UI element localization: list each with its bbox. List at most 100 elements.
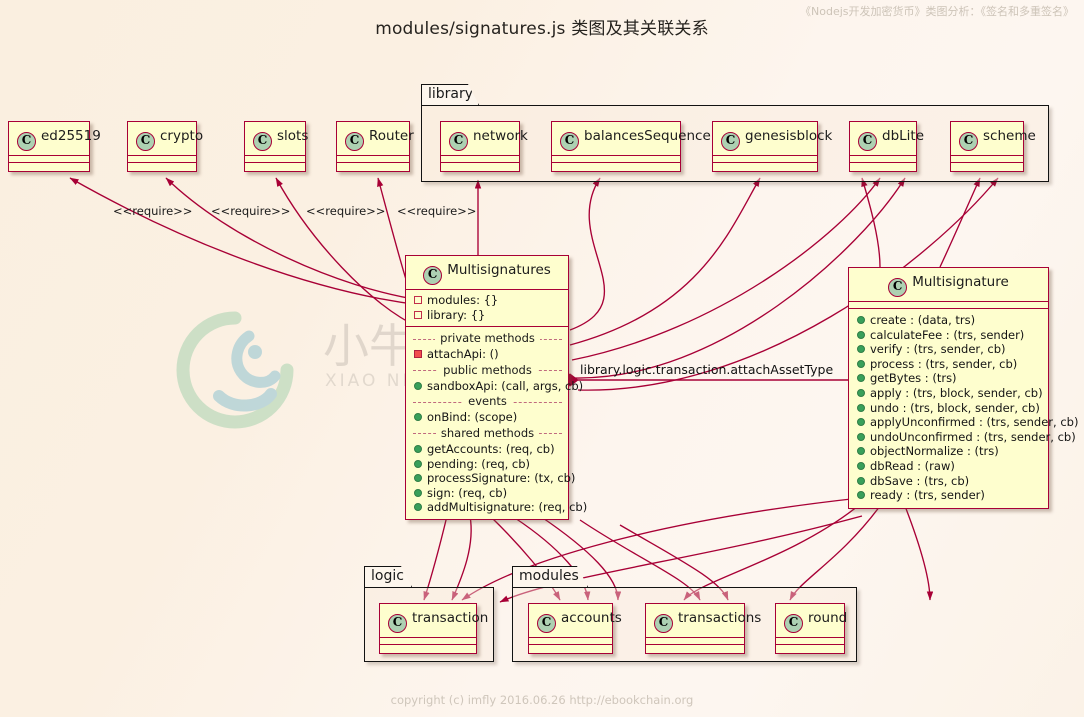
field-row: library: {} [413,308,562,323]
class-stereotype-icon: C [388,614,407,633]
class-multisignature-attrs [849,302,1048,309]
class-router-methods [337,163,409,171]
class-scheme-name: scheme [983,128,1036,144]
class-multisignatures-methods: private methods attachApi: () public met… [406,327,587,519]
method-label: dbSave : (trs, cb) [870,473,970,488]
method-label: attachApi: () [427,347,499,362]
class-dbLite[interactable]: CdbLite [849,121,924,172]
method-label: getBytes : (trs) [870,371,957,386]
class-scheme[interactable]: Cscheme [950,121,1036,172]
group-divider-private-methods: private methods [413,331,562,346]
class-accounts-methods [529,645,612,653]
method-label: calculateFee : (trs, sender) [870,327,1025,342]
method-label: undoUnconfirmed : (trs, sender, cb) [870,429,1076,444]
class-balancesSequence[interactable]: CbalancesSequence [551,121,711,172]
method-row: processSignature: (tx, cb) [413,471,575,486]
method-row: apply : (trs, block, sender, cb) [856,386,1043,401]
public-method-icon [414,444,422,453]
class-router[interactable]: C Router [336,121,414,172]
method-label: ready : (trs, sender) [870,488,985,503]
class-ed25519[interactable]: Ced25519 [8,121,101,172]
method-row: applyUnconfirmed : (trs, sender, cb) [856,415,1078,430]
public-method-icon [414,474,422,483]
private-method-icon [414,350,422,359]
field-row: modules: {} [413,293,562,308]
class-genesisblock-name: genesisblock [745,128,833,144]
public-method-icon [414,488,422,497]
class-scheme-methods [951,163,1023,171]
method-label: dbRead : (raw) [870,458,955,473]
class-round-name: round [808,610,848,626]
class-stereotype-icon: C [888,278,908,297]
class-ed25519-attrs [9,156,89,163]
class-balancesSequence-header: CbalancesSequence [552,122,711,156]
class-dbLite-name: dbLite [882,128,925,144]
class-transaction-name: transaction [412,610,489,626]
class-stereotype-icon: C [345,132,364,151]
class-dbLite-attrs [850,156,916,163]
class-multisignature[interactable]: C Multisignature create : (data, trs) cal… [848,267,1078,509]
class-genesisblock-header: Cgenesisblock [713,122,832,156]
method-row: calculateFee : (trs, sender) [856,328,1042,343]
public-method-icon [857,418,865,427]
class-dbLite-header: CdbLite [850,122,924,156]
method-row: process : (trs, sender, cb) [856,357,1042,372]
class-round-methods [776,645,844,653]
class-accounts[interactable]: Caccounts [528,603,622,654]
class-multisignatures[interactable]: C Multisignatures modules: {} library: {}… [405,255,587,520]
class-round-attrs [776,638,844,645]
method-label: addMultisignature: (req, cb) [427,500,588,515]
class-multisignatures-header: C Multisignatures [406,256,568,290]
method-row: ready : (trs, sender) [856,488,1042,503]
footer-copyright: copyright (c) imfly 2016.06.26 http://eb… [390,693,694,707]
class-balancesSequence-attrs [552,156,680,163]
class-stereotype-icon: C [449,132,468,151]
class-stereotype-icon: C [858,132,877,151]
class-transaction[interactable]: Ctransaction [379,603,488,654]
class-router-attrs [337,156,409,163]
class-stereotype-icon: C [253,132,272,151]
class-dbLite-methods [850,163,916,171]
method-row: dbRead : (raw) [856,459,1042,474]
class-round-header: Cround [776,604,848,638]
class-slots-header: Cslots [245,122,308,156]
method-row: undoUnconfirmed : (trs, sender, cb) [856,430,1076,445]
class-transactions-header: Ctransactions [646,604,761,638]
class-slots[interactable]: Cslots [244,121,308,172]
method-row: onBind: (scope) [413,410,562,425]
method-row: dbSave : (trs, cb) [856,474,1042,489]
public-method-icon [857,476,865,485]
require-label-2: <<require>> [211,204,291,218]
public-method-icon [857,388,865,397]
method-row: getBytes : (trs) [856,371,1042,386]
class-router-header: C Router [337,122,414,156]
class-genesisblock[interactable]: Cgenesisblock [712,121,832,172]
method-label: onBind: (scope) [427,410,518,425]
method-row: sandboxApi: (call, args, cb) [413,379,583,394]
class-multisignatures-fields: modules: {} library: {} [406,290,568,328]
method-label: pending: (req, cb) [427,456,531,471]
method-label: applyUnconfirmed : (trs, sender, cb) [870,415,1079,430]
public-method-icon [414,459,422,468]
method-row: objectNormalize : (trs) [856,444,1042,459]
class-network[interactable]: Cnetwork [440,121,528,172]
uml-class-diagram: 《Nodejs开发加密货币》类图分析：《签名和多重签名》 modules/sig… [0,0,1084,717]
method-row: undo : (trs, block, sender, cb) [856,401,1042,416]
class-balancesSequence-name: balancesSequence [584,128,711,144]
class-stereotype-icon: C [136,132,155,151]
class-transactions[interactable]: Ctransactions [645,603,761,654]
class-transaction-attrs [380,638,476,645]
require-label-4: <<require>> [397,204,477,218]
class-scheme-header: Cscheme [951,122,1036,156]
class-transaction-methods [380,645,476,653]
public-field-icon [414,296,422,304]
public-method-icon [857,359,865,368]
public-method-icon [857,447,865,456]
class-crypto-header: Ccrypto [128,122,203,156]
public-method-icon [857,432,865,441]
class-round[interactable]: Cround [775,603,848,654]
divider-label: public methods [438,362,537,377]
class-ed25519-methods [9,163,89,171]
public-method-icon [857,374,865,383]
class-crypto[interactable]: Ccrypto [127,121,203,172]
